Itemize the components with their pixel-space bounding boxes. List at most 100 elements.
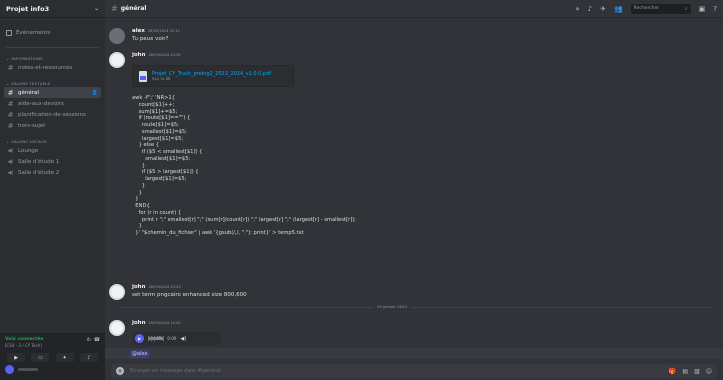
server-name: Projet info3: [6, 4, 50, 13]
code-line: END{: [132, 203, 150, 209]
code-line: route[$1]=$5;: [132, 122, 179, 128]
chevron-down-icon: ⌄: [6, 138, 10, 144]
add-attachment-button[interactable]: +: [116, 367, 124, 375]
channel-notes-et-ressources[interactable]: # notes-et-ressources: [4, 62, 101, 73]
code-line: count[$1]++;: [132, 101, 175, 108]
channel-label: aide-aux-devoirs: [18, 100, 65, 107]
help-icon[interactable]: ?: [713, 5, 717, 13]
code-line: largest[$1]=$5;: [132, 135, 184, 142]
code-line: if ($5 > largest[$1]) {: [132, 169, 199, 176]
channel-label: Salle d'étude 1: [18, 158, 60, 165]
avatar[interactable]: [5, 365, 14, 374]
channel-title: général: [120, 5, 147, 12]
activity-button[interactable]: ✦: [55, 353, 74, 362]
pin-icon[interactable]: ✈: [600, 5, 606, 13]
day-divider-label: 29 janvier 2024: [373, 304, 411, 309]
author-name[interactable]: john: [132, 52, 146, 58]
channel-label: Salle d'étude 2: [18, 169, 60, 176]
disconnect-icon[interactable]: ☎: [94, 337, 100, 343]
server-header[interactable]: Projet info3 ⌄: [0, 0, 105, 18]
message-header: alex 28/05/2024 22:11: [132, 28, 180, 34]
avatar[interactable]: [109, 28, 125, 44]
attachment-size: 912,74 KB: [152, 77, 171, 81]
play-button[interactable]: ▶: [135, 334, 144, 343]
category-salons-vocaux[interactable]: ⌄ SALONS VOCAUX: [0, 137, 105, 145]
avatar[interactable]: [109, 52, 125, 68]
soundboard-button[interactable]: ♪: [79, 353, 98, 362]
chevron-down-icon: ⌄: [6, 80, 10, 86]
search-icon: ⌕: [685, 6, 688, 12]
timestamp: 28/05/2024 23:43: [148, 285, 181, 289]
events-label: Événements: [16, 30, 51, 36]
waveform[interactable]: |ıı|ıı|ıılıllıı|: [148, 336, 164, 342]
channel-planification-de-sessions[interactable]: # planification-de-sessions: [4, 109, 101, 120]
threads-icon[interactable]: ⋄: [575, 5, 579, 13]
code-line: sum[$1]+=$5;: [132, 108, 178, 115]
channel-hors-sujet[interactable]: # hors-sujet: [4, 120, 101, 131]
hash-icon: #: [7, 110, 14, 119]
voice-channel-salle-etude-1[interactable]: ◀) Salle d'étude 1: [4, 156, 101, 167]
pdf-file-icon: [139, 70, 147, 82]
gif-icon[interactable]: ▤: [682, 368, 688, 375]
signal-icon[interactable]: ılı: [87, 337, 91, 343]
hash-icon: #: [7, 99, 14, 108]
code-line: awk -F';' 'NR>1{: [132, 95, 176, 101]
avatar[interactable]: [109, 320, 125, 336]
events-button[interactable]: Événements: [0, 26, 105, 40]
hash-icon: #: [7, 121, 14, 130]
author-name[interactable]: john: [132, 284, 146, 290]
members-icon[interactable]: 👥: [614, 5, 623, 13]
emoji-icon[interactable]: ☺: [706, 368, 712, 375]
search-placeholder: Rechercher: [633, 6, 660, 11]
code-line: } else {: [132, 142, 160, 149]
user-panel: [0, 362, 105, 377]
message-header: john 28/05/2024 23:43: [132, 284, 181, 290]
user-mention[interactable]: @alex: [130, 350, 150, 358]
voice-channel-salle-etude-2[interactable]: ◀) Salle d'étude 2: [4, 167, 101, 178]
code-line: if (route[$1]=="") {: [132, 115, 191, 122]
sticker-icon[interactable]: ▧: [694, 368, 700, 375]
timestamp: 29/05/2024 11:02: [148, 321, 181, 325]
author-name[interactable]: alex: [132, 28, 145, 34]
category-salons-textuels[interactable]: ⌄ SALONS TEXTUELS: [0, 79, 105, 87]
discord-app: Projet info3 ⌄ Événements ⌄ INFORMATIONS…: [0, 0, 723, 380]
message-text: Tu peux voir?: [132, 36, 169, 42]
speaker-icon: ◀): [7, 169, 14, 176]
search-input[interactable]: Rechercher ⌕: [630, 3, 691, 14]
bell-icon[interactable]: ♪: [588, 5, 592, 13]
message-input[interactable]: [130, 368, 669, 374]
gift-icon[interactable]: 🎁: [669, 368, 676, 375]
code-line: }: [132, 162, 146, 169]
message-text: set term pngcairo enhanced size 800,600: [132, 292, 247, 298]
channel-aide-aux-devoirs[interactable]: # aide-aux-devoirs: [4, 98, 101, 109]
category-label: INFORMATIONS: [11, 55, 43, 61]
camera-button[interactable]: ▶: [7, 353, 26, 362]
screen-share-button[interactable]: ▭: [31, 353, 50, 362]
code-line: smallest[$1]=$5;: [132, 155, 191, 162]
inbox-icon[interactable]: ▣: [699, 5, 706, 13]
author-name[interactable]: john: [132, 320, 146, 326]
channel-general[interactable]: # général 👤: [4, 87, 101, 98]
category-informations[interactable]: ⌄ INFORMATIONS: [0, 54, 105, 62]
channel-label: général: [18, 89, 39, 96]
hash-icon: #: [7, 88, 14, 97]
voice-message: ▶ |ıı|ıı|ıılıllıı| 0:09 ◀): [132, 332, 222, 345]
code-line: }: [132, 196, 139, 203]
code-line: }: [132, 189, 142, 196]
add-user-icon[interactable]: 👤: [92, 90, 98, 96]
voice-channel-lounge[interactable]: ◀) Lounge: [4, 145, 101, 156]
channel-sidebar: Projet info3 ⌄ Événements ⌄ INFORMATIONS…: [0, 0, 105, 380]
code-line: }' "$chemin_du_fichier" | awk '{gsub(/,/…: [132, 230, 304, 236]
day-divider: [120, 307, 710, 308]
chevron-down-icon: ⌄: [93, 5, 99, 12]
message-header: john 29/05/2024 11:02: [132, 320, 181, 326]
avatar[interactable]: [109, 284, 125, 300]
timestamp: 28/05/2024 22:11: [147, 29, 181, 33]
file-attachment[interactable]: Projet_CY_Truck_preIng2_2023_2024_v1.0.0…: [132, 65, 294, 87]
volume-icon[interactable]: ◀): [180, 336, 186, 342]
channel-label: planification-de-sessions: [18, 111, 86, 118]
code-line: if ($5 < smallest[$1]) {: [132, 149, 203, 155]
speaker-icon: ◀): [7, 147, 14, 154]
message-list: alex 28/05/2024 22:11 Tu peux voir? john…: [105, 19, 723, 360]
speaker-icon: ◀): [7, 158, 14, 165]
